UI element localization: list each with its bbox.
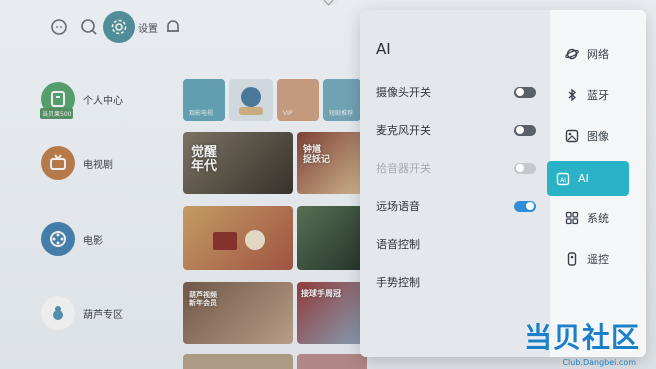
sidebar-item-bluetooth[interactable]: 蓝牙 [556, 79, 640, 111]
settings-label: 设置 [138, 24, 158, 35]
pickup-toggle [514, 162, 536, 174]
option-microphone-switch[interactable]: 麦克风开关 [376, 120, 536, 140]
option-voice-control[interactable]: 语音控制 [376, 234, 536, 254]
far-field-voice-toggle[interactable] [514, 200, 536, 212]
poster-title: 接球手周冠 [301, 289, 341, 298]
notification-bell-icon[interactable] [160, 14, 186, 40]
sidebar-item-label: 系统 [587, 212, 609, 225]
sidebar-item-label: 图像 [587, 130, 609, 143]
film-reel-icon [41, 222, 75, 256]
collapse-handle[interactable] [320, 0, 338, 6]
watermark-logo: 当贝社区 [523, 321, 640, 354]
svg-text:AI: AI [560, 177, 566, 184]
sidebar-item-label: AI [578, 172, 589, 185]
tile-poster[interactable] [297, 354, 367, 369]
watermark-url: Club.Dangbei.com [562, 358, 636, 367]
option-gesture-control[interactable]: 手势控制 [376, 272, 536, 292]
bluetooth-icon [565, 88, 579, 102]
option-label: 拾音器开关 [376, 162, 431, 175]
option-label: 远场语音 [376, 200, 420, 213]
poster-title: 葫芦视频 新年会员 [189, 291, 217, 307]
nav-item-movie[interactable]: 电影 [41, 222, 103, 256]
settings-button[interactable] [103, 11, 135, 43]
sidebar-item-label: 蓝牙 [587, 89, 609, 102]
gear-icon [111, 19, 127, 35]
tile-poster[interactable] [297, 206, 367, 270]
settings-category-sidebar: 网络 蓝牙 图像 AI AI 系统 遥控 [547, 10, 646, 357]
points-badge: 当贝果500 [40, 108, 74, 119]
microphone-toggle[interactable] [514, 124, 536, 136]
option-pickup-switch: 拾音器开关 [376, 158, 536, 178]
nav-label: 电影 [83, 235, 103, 247]
nav-item-tv-series[interactable]: 电视剧 [41, 146, 113, 180]
planet-icon [565, 47, 579, 61]
tile-small[interactable]: 短剧推荐 [323, 79, 361, 121]
tile-banner[interactable] [183, 206, 293, 270]
option-label: 麦克风开关 [376, 124, 431, 137]
message-icon[interactable] [46, 14, 72, 40]
tile-label: 观影电视 [189, 110, 214, 117]
option-label: 语音控制 [376, 238, 420, 251]
tile-label: VIP [283, 110, 293, 117]
sidebar-item-image[interactable]: 图像 [556, 120, 640, 152]
sidebar-item-remote[interactable]: 遥控 [556, 243, 640, 275]
tile-poster[interactable] [183, 354, 293, 369]
panel-title: AI [376, 40, 391, 58]
option-label: 手势控制 [376, 276, 420, 289]
grid-icon [565, 211, 579, 225]
tv-icon [41, 146, 75, 180]
sidebar-item-system[interactable]: 系统 [556, 202, 640, 234]
sidebar-item-label: 网络 [587, 48, 609, 61]
nav-label: 葫芦专区 [83, 309, 123, 321]
tile-small[interactable]: 观影电视 [183, 79, 225, 121]
remote-icon [565, 252, 579, 266]
search-icon[interactable] [76, 14, 102, 40]
tile-poster[interactable]: 觉醒 年代 [183, 132, 293, 194]
poster-title: 觉醒 年代 [191, 145, 218, 175]
sidebar-item-label: 遥控 [587, 253, 609, 266]
tile-small[interactable]: VIP [277, 79, 319, 121]
nav-label: 电视剧 [83, 159, 113, 171]
image-icon [565, 129, 579, 143]
tile-poster[interactable]: 葫芦视频 新年会员 [183, 282, 293, 344]
settings-panel: AI 摄像头开关 麦克风开关 拾音器开关 远场语音 语音控制 手势控制 网络 蓝… [360, 10, 646, 357]
tile-poster[interactable]: 钟馗 捉妖记 [297, 132, 367, 194]
option-label: 摄像头开关 [376, 86, 431, 99]
tile-label: 短剧推荐 [329, 110, 354, 117]
option-camera-switch[interactable]: 摄像头开关 [376, 82, 536, 102]
sidebar-item-ai[interactable]: AI AI [547, 161, 629, 196]
hulu-icon [41, 296, 75, 330]
tile-small[interactable] [229, 79, 273, 121]
tile-poster[interactable]: 接球手周冠 [297, 282, 367, 344]
poster-title: 钟馗 捉妖记 [303, 145, 331, 165]
ai-settings-list: AI 摄像头开关 麦克风开关 拾音器开关 远场语音 语音控制 手势控制 [360, 10, 550, 357]
nav-item-hulu-zone[interactable]: 葫芦专区 [41, 296, 123, 330]
nav-label: 个人中心 [83, 95, 123, 107]
sidebar-item-network[interactable]: 网络 [556, 38, 640, 70]
ai-icon: AI [556, 172, 570, 186]
camera-toggle[interactable] [514, 86, 536, 98]
option-far-field-voice[interactable]: 远场语音 [376, 196, 536, 216]
